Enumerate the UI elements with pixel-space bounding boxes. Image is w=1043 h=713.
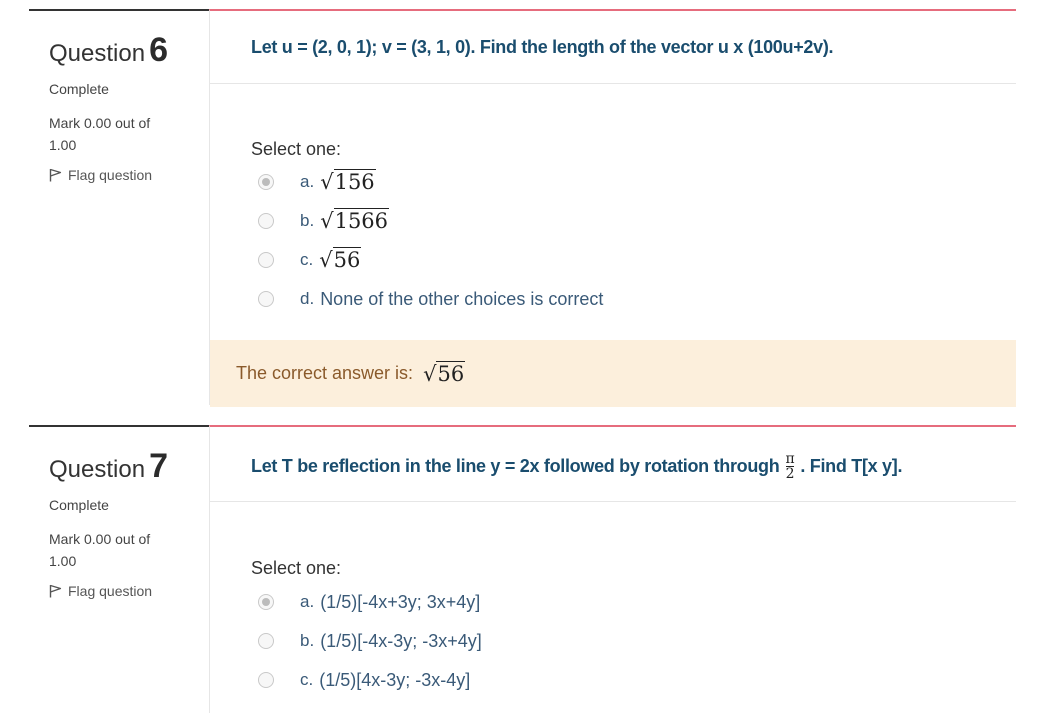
answer-option-b[interactable]: b. √1566 <box>258 207 390 235</box>
option-letter: a. <box>300 172 315 191</box>
fraction: π2 <box>785 451 795 482</box>
radio-button-c[interactable] <box>258 672 274 688</box>
option-math: √1566 <box>320 208 390 233</box>
question-grade: Mark 0.00 out of 1.00 <box>49 531 151 569</box>
answer-option-d[interactable]: d. None of the other choices is correct <box>258 285 603 313</box>
question-number-value: 7 <box>149 447 168 485</box>
divider <box>210 501 1016 502</box>
radio-button-b[interactable] <box>258 213 274 229</box>
question-text-part: Let T be reflection in the line y = 2x f… <box>251 455 780 476</box>
radio-button-a[interactable] <box>258 174 274 190</box>
option-text: None of the other choices is correct <box>320 288 604 309</box>
radio-button-d[interactable] <box>258 291 274 307</box>
question-number: Question 7 <box>49 447 168 486</box>
radicand: 156 <box>333 169 376 194</box>
feedback-label: The correct answer is: <box>236 363 414 383</box>
radicand: 1566 <box>333 208 390 233</box>
answer-option-c[interactable]: c. √56 <box>258 246 362 274</box>
select-one-prompt: Select one: <box>251 558 342 578</box>
option-text: (1/5)[-4x-3y; -3x+4y] <box>320 630 482 651</box>
fraction-denominator: 2 <box>785 466 795 482</box>
question-content: Let u = (2, 0, 1); v = (3, 1, 0). Find t… <box>209 9 1016 407</box>
question-info: Question 7 Complete Mark 0.00 out of 1.00… <box>29 425 209 713</box>
answer-option-a[interactable]: a. (1/5)[-4x+3y; 3x+4y] <box>258 588 480 616</box>
question-state: Complete <box>49 81 109 97</box>
question-number-value: 6 <box>149 31 168 69</box>
radio-button-b[interactable] <box>258 633 274 649</box>
flag-icon <box>49 168 62 182</box>
flag-question-label: Flag question <box>68 583 153 599</box>
question-content: Let T be reflection in the line y = 2x f… <box>209 425 1016 713</box>
question-text: Let T be reflection in the line y = 2x f… <box>251 451 996 482</box>
select-one-prompt: Select one: <box>251 139 342 159</box>
option-letter: c. <box>300 250 314 269</box>
feedback-math: √56 <box>423 360 466 386</box>
option-letter: c. <box>300 670 314 689</box>
option-text: (1/5)[-4x+3y; 3x+4y] <box>320 591 481 612</box>
question-text: Let u = (2, 0, 1); v = (3, 1, 0). Find t… <box>251 37 834 57</box>
question-state: Complete <box>49 497 109 513</box>
radicand: 56 <box>332 247 362 272</box>
question-info: Question 6 Complete Mark 0.00 out of 1.00… <box>29 9 209 405</box>
answer-option-a[interactable]: a. √156 <box>258 168 376 196</box>
flag-icon <box>49 584 62 598</box>
question-text-part: . Find T[x y]. <box>800 455 903 476</box>
correct-answer-feedback: The correct answer is: √56 <box>210 340 1016 407</box>
option-letter: d. <box>300 289 315 308</box>
divider <box>210 83 1016 84</box>
option-letter: b. <box>300 631 315 650</box>
option-math: √156 <box>320 169 376 194</box>
question-label: Question <box>49 456 146 483</box>
radio-button-c[interactable] <box>258 252 274 268</box>
option-letter: a. <box>300 592 315 611</box>
flag-question-label: Flag question <box>68 167 153 183</box>
question-grade: Mark 0.00 out of 1.00 <box>49 115 151 153</box>
answer-option-c[interactable]: c. (1/5)[4x-3y; -3x-4y] <box>258 666 470 694</box>
question-6: Question 6 Complete Mark 0.00 out of 1.00… <box>29 9 1016 407</box>
answer-option-b[interactable]: b. (1/5)[-4x-3y; -3x+4y] <box>258 627 482 655</box>
flag-question-link[interactable]: Flag question <box>49 583 152 599</box>
question-label: Question <box>49 40 146 67</box>
radicand: 56 <box>436 360 466 386</box>
fraction-numerator: π <box>785 451 795 467</box>
question-number: Question 6 <box>49 31 168 70</box>
flag-question-link[interactable]: Flag question <box>49 167 152 183</box>
radio-button-a[interactable] <box>258 594 274 610</box>
question-7: Question 7 Complete Mark 0.00 out of 1.00… <box>29 425 1016 713</box>
option-text: (1/5)[4x-3y; -3x-4y] <box>319 669 471 690</box>
option-math: √56 <box>319 247 362 272</box>
option-letter: b. <box>300 211 315 230</box>
